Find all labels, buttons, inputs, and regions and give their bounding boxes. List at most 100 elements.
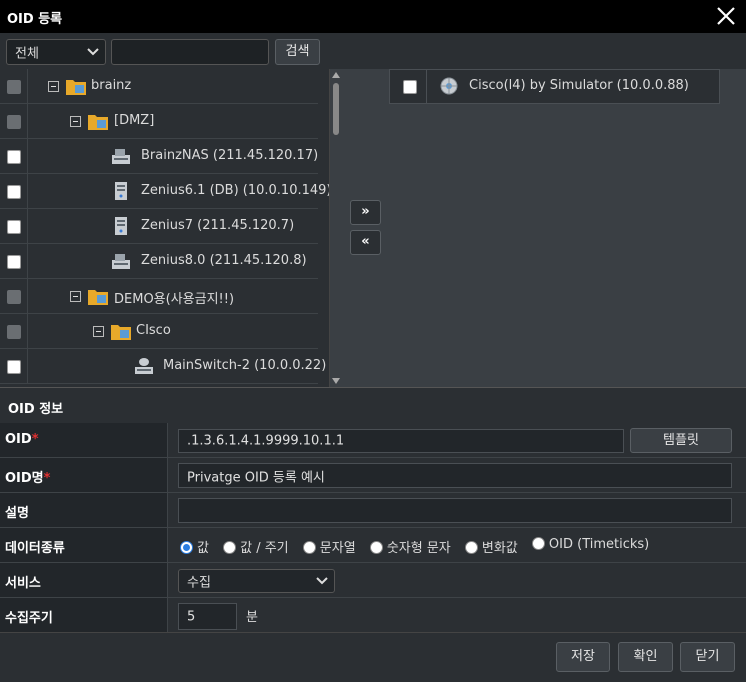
add-button[interactable]: » xyxy=(350,200,381,225)
nas-device-icon xyxy=(112,254,130,269)
description-row: 설명 xyxy=(0,493,746,528)
checkbox-cell xyxy=(0,209,28,244)
service-select[interactable]: 수집 xyxy=(178,569,335,593)
description-label: 설명 xyxy=(0,493,168,527)
scroll-up-icon[interactable] xyxy=(332,72,340,78)
selected-device-label: Cisco(l4) by Simulator (10.0.0.88) xyxy=(469,78,689,93)
server-icon xyxy=(115,217,127,235)
description-input[interactable] xyxy=(178,498,732,523)
tree-checkbox[interactable] xyxy=(7,150,21,164)
tree-checkbox[interactable] xyxy=(7,220,21,234)
close-icon[interactable] xyxy=(714,4,738,28)
chevron-down-icon xyxy=(87,48,99,56)
tree-row[interactable]: Zenius8.0 (211.45.120.8) xyxy=(0,244,318,279)
section-title: OID 정보 xyxy=(8,402,64,417)
tree-item-label: DEMO용(사용금지!!) xyxy=(114,292,235,307)
tree-checkbox[interactable] xyxy=(7,255,21,269)
tree-item-label: Zenius7 (211.45.120.7) xyxy=(141,218,295,233)
interval-input-value: 5 xyxy=(187,609,196,624)
template-button[interactable]: 템플릿 xyxy=(630,428,732,453)
tree-row[interactable]: BrainzNAS (211.45.120.17) xyxy=(0,139,318,174)
oid-input[interactable]: .1.3.6.1.4.1.9999.10.1.1 xyxy=(178,429,624,453)
oid-name-input[interactable]: Privatge OID 등록 예시 xyxy=(178,463,732,488)
radio-button[interactable] xyxy=(223,541,237,554)
tree-item-label: MainSwitch-2 (10.0.0.22) xyxy=(163,358,327,373)
collapse-icon[interactable] xyxy=(93,326,104,337)
datatype-option[interactable]: 문자열 xyxy=(302,537,356,556)
collapse-icon[interactable] xyxy=(48,81,59,92)
tree-row[interactable]: brainz xyxy=(0,69,318,104)
tree-row[interactable]: Zenius6.1 (DB) (10.0.10.149) xyxy=(0,174,329,209)
search-button[interactable]: 검색 xyxy=(275,39,320,65)
service-row: 서비스 수집 xyxy=(0,563,746,598)
selected-device-row[interactable]: Cisco(l4) by Simulator (10.0.0.88) xyxy=(389,69,720,104)
search-input[interactable] xyxy=(111,39,269,65)
datatype-radio-group: 값 값 / 주기 문자열 숫자형 문자 변화값 OID (Timeticks) xyxy=(180,537,659,556)
radio-button[interactable] xyxy=(531,537,545,550)
tree-row[interactable]: [DMZ] xyxy=(0,104,318,139)
interval-input[interactable]: 5 xyxy=(178,603,237,630)
save-button[interactable]: 저장 xyxy=(556,642,610,672)
checkbox-cell xyxy=(0,314,28,349)
transfer-panel: » « xyxy=(342,69,389,387)
scope-select[interactable]: 전체 xyxy=(6,39,106,65)
interval-value-cell: 5 분 xyxy=(168,598,746,632)
tree-checkbox[interactable] xyxy=(7,185,21,199)
description-value-cell xyxy=(168,493,746,527)
collapse-icon[interactable] xyxy=(70,116,81,127)
server-icon xyxy=(115,182,127,200)
datatype-option[interactable]: 숫자형 문자 xyxy=(369,537,451,556)
oid-name-label-text: OID명 xyxy=(5,471,44,486)
checkbox-cell xyxy=(0,104,28,139)
tree-item-label: Zenius6.1 (DB) (10.0.10.149) xyxy=(141,183,330,198)
ok-button[interactable]: 확인 xyxy=(618,642,673,672)
tree-checkbox[interactable] xyxy=(7,80,21,94)
oid-name-input-value: Privatge OID 등록 예시 xyxy=(187,470,325,485)
radio-button[interactable] xyxy=(464,541,478,554)
scrollbar-thumb[interactable] xyxy=(333,83,339,135)
datatype-option[interactable]: 값 / 주기 xyxy=(223,537,289,556)
folder-icon xyxy=(88,115,108,130)
dialog-footer: 저장 확인 닫기 xyxy=(0,632,746,682)
switch-icon xyxy=(135,358,153,374)
datatype-option[interactable]: OID (Timeticks) xyxy=(531,537,649,552)
tree-row[interactable]: CIsco xyxy=(0,314,318,349)
tree-checkbox[interactable] xyxy=(7,115,21,129)
tree-item-label: brainz xyxy=(91,78,132,93)
required-mark: * xyxy=(43,471,51,486)
datatype-option[interactable]: 변화값 xyxy=(464,537,518,556)
tree-checkbox[interactable] xyxy=(7,325,21,339)
checkbox-cell xyxy=(0,244,28,279)
interval-label: 수집주기 xyxy=(0,598,168,632)
tree-checkbox[interactable] xyxy=(7,360,21,374)
datatype-label: 데이터종류 xyxy=(0,528,168,562)
folder-icon xyxy=(88,290,108,305)
collapse-icon[interactable] xyxy=(70,291,81,302)
nas-device-icon xyxy=(112,149,130,164)
datatype-option[interactable]: 값 xyxy=(180,537,209,556)
oid-name-value-cell: Privatge OID 등록 예시 xyxy=(168,458,746,492)
service-select-value: 수집 xyxy=(187,575,211,591)
oid-name-row: OID명* Privatge OID 등록 예시 xyxy=(0,458,746,493)
tree-checkbox[interactable] xyxy=(7,290,21,304)
tree-scrollbar[interactable] xyxy=(330,69,342,387)
radio-button[interactable] xyxy=(302,541,316,554)
oid-row: OID* .1.3.6.1.4.1.9999.10.1.1 템플릿 xyxy=(0,423,746,458)
oid-value-cell: .1.3.6.1.4.1.9999.10.1.1 템플릿 xyxy=(168,423,746,457)
checkbox-cell xyxy=(0,139,28,174)
radio-button[interactable] xyxy=(369,541,383,554)
scroll-down-icon[interactable] xyxy=(332,378,340,384)
tree-item-label: BrainzNAS (211.45.120.17) xyxy=(141,148,319,163)
checkbox-cell xyxy=(0,349,28,384)
remove-button[interactable]: « xyxy=(350,230,381,255)
radio-button[interactable] xyxy=(180,541,193,554)
checkbox-cell xyxy=(390,70,427,103)
tree-row[interactable]: MainSwitch-2 (10.0.0.22) xyxy=(0,349,326,384)
required-mark: * xyxy=(31,432,39,447)
tree-row[interactable]: Zenius7 (211.45.120.7) xyxy=(0,209,318,244)
tree-row[interactable]: DEMO용(사용금지!!) xyxy=(0,279,318,314)
selected-device-checkbox[interactable] xyxy=(403,80,417,94)
datatype-value-cell: 값 값 / 주기 문자열 숫자형 문자 변화값 OID (Timeticks) xyxy=(168,528,746,562)
close-button[interactable]: 닫기 xyxy=(680,642,735,672)
tree-item-label: [DMZ] xyxy=(114,113,155,128)
